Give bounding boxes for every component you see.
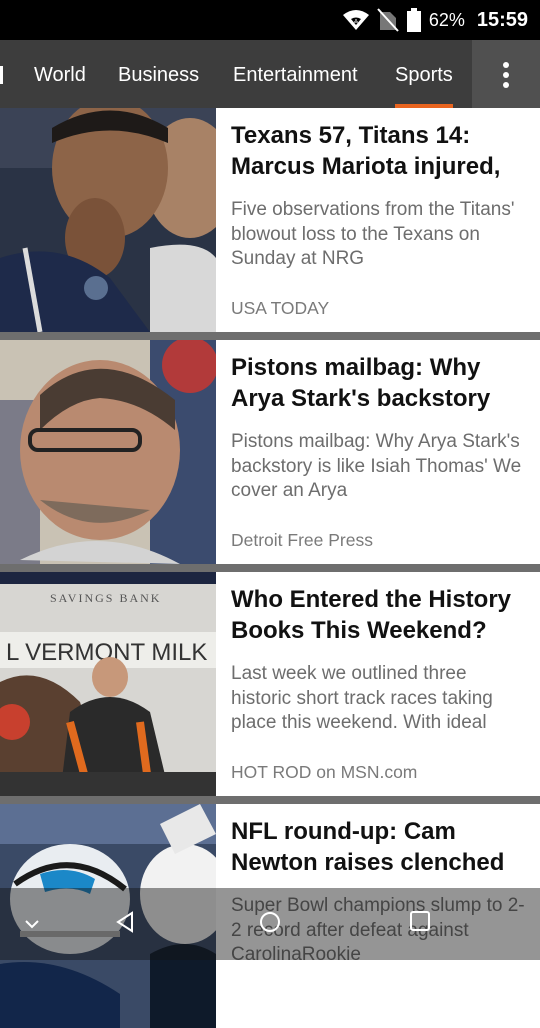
tab-sports[interactable]: Sports	[395, 40, 453, 108]
article-snippet: Five observations from the Titans' blowo…	[231, 199, 515, 269]
home-icon[interactable]	[258, 910, 282, 934]
article-snippet: Last week we outlined three historic sho…	[231, 663, 493, 733]
article-card[interactable]: Texans 57, Titans 14: Marcus Mariota inj…	[0, 108, 540, 332]
chevron-down-icon[interactable]	[24, 918, 40, 930]
article-thumbnail[interactable]	[0, 108, 216, 332]
more-dot	[503, 82, 509, 88]
article-headline[interactable]: Texans 57, Titans 14: Marcus Mariota inj…	[231, 120, 531, 182]
football-player-photo	[0, 108, 216, 332]
image-text-savings: SAVINGS BANK	[50, 591, 161, 605]
clock: 15:59	[476, 8, 528, 31]
milk-celebration-photo: SAVINGS BANK L VERMONT MILK	[0, 572, 216, 796]
article-source: Detroit Free Press	[231, 530, 373, 550]
article-card[interactable]: SAVINGS BANK L VERMONT MILK Who Entered …	[0, 572, 540, 796]
article-headline[interactable]: NFL round-up: Cam Newton raises clenched	[231, 816, 531, 878]
more-options-button[interactable]	[472, 40, 540, 108]
wifi-icon	[342, 10, 369, 30]
article-source: HOT ROD on MSN.com	[231, 762, 418, 782]
no-sim-icon	[377, 8, 399, 32]
back-icon[interactable]	[114, 910, 138, 934]
coach-photo	[0, 340, 216, 564]
article-headline[interactable]: Pistons mailbag: Why Arya Stark's backst…	[231, 352, 531, 414]
system-navigation-bar	[0, 888, 540, 960]
article-snippet: Pistons mailbag: Why Arya Stark's backst…	[231, 431, 522, 501]
recents-icon[interactable]	[409, 910, 431, 932]
article-card[interactable]: Pistons mailbag: Why Arya Stark's backst…	[0, 340, 540, 564]
article-text: Pistons mailbag: Why Arya Stark's backst…	[231, 340, 531, 564]
article-text: Who Entered the History Books This Weeke…	[231, 572, 531, 796]
tab-entertainment[interactable]: Entertainment	[233, 40, 358, 108]
article-text: Texans 57, Titans 14: Marcus Mariota inj…	[231, 108, 531, 332]
status-bar: 62% 15:59	[0, 0, 540, 40]
tab-previous-edge[interactable]	[0, 66, 3, 84]
article-thumbnail[interactable]	[0, 340, 216, 564]
article-headline[interactable]: Who Entered the History Books This Weeke…	[231, 584, 531, 646]
category-tab-bar: World Business Entertainment Sports	[0, 40, 540, 108]
more-dot	[503, 62, 509, 68]
more-dot	[503, 72, 509, 78]
tab-business[interactable]: Business	[118, 40, 199, 108]
article-thumbnail[interactable]: SAVINGS BANK L VERMONT MILK	[0, 572, 216, 796]
battery-icon	[406, 8, 421, 32]
tab-world[interactable]: World	[34, 40, 86, 108]
battery-level: 62%	[428, 9, 465, 30]
article-source: USA TODAY	[231, 298, 330, 318]
